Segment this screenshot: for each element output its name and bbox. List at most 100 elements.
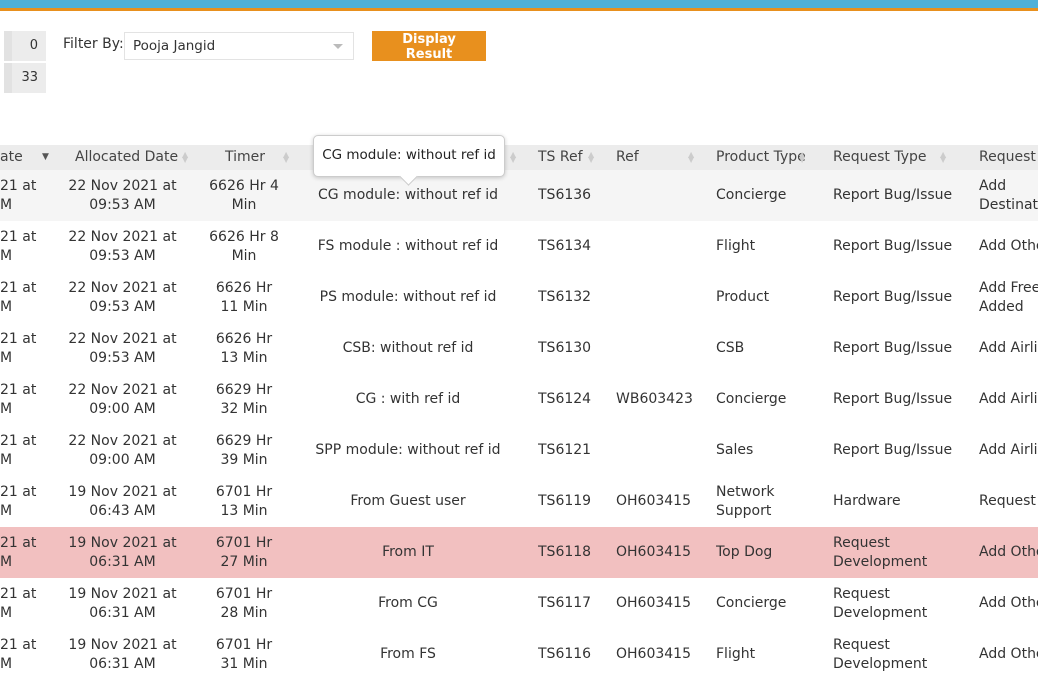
table-row[interactable]: 21 at M 19 Nov 2021 at 06:31 AM 6701 Hr 27… <box>0 527 1038 578</box>
cell-ts-ref: TS6116 <box>538 646 592 662</box>
cell-ts-ref: TS6134 <box>538 238 592 254</box>
cell-ref <box>616 221 706 272</box>
filter-label: Filter By: <box>63 36 124 52</box>
sort-icon[interactable]: ▲ ▼ <box>588 151 594 164</box>
table-row[interactable]: 21 at M 22 Nov 2021 at 09:53 AM 6626 Hr 4 … <box>0 170 1038 221</box>
cell-subject: From Guest user <box>350 493 466 509</box>
cell-request: Add Other <box>979 544 1038 560</box>
sort-desc-icon[interactable]: ▼ <box>42 145 49 170</box>
cell-subject: CG : with ref id <box>355 391 461 407</box>
count-cell: 0 <box>4 31 46 61</box>
cell-ref: OH603415 <box>616 544 691 560</box>
cell-request-type: Request Development <box>833 534 928 570</box>
cell-allocated-date: 22 Nov 2021 at 09:53 AM <box>68 330 177 366</box>
table-row[interactable]: 21 at M 22 Nov 2021 at 09:00 AM 6629 Hr 39… <box>0 425 1038 476</box>
cell-ts-ref: TS6124 <box>538 391 592 407</box>
header-ref[interactable]: Ref <box>616 145 639 170</box>
cell-allocated-date: 19 Nov 2021 at 06:31 AM <box>68 636 177 672</box>
cell-ts-ref: TS6132 <box>538 289 592 305</box>
cell-ts-ref: TS6117 <box>538 595 592 611</box>
cell-ts-ref: TS6121 <box>538 442 592 458</box>
cell-created-date: 21 at M <box>0 279 37 315</box>
cell-created-date: 21 at M <box>0 432 37 468</box>
header-timer[interactable]: Timer <box>225 145 265 170</box>
sort-icon[interactable]: ▲ ▼ <box>688 151 694 164</box>
table-row[interactable]: 21 at M 22 Nov 2021 at 09:53 AM 6626 Hr 11… <box>0 272 1038 323</box>
display-result-button[interactable]: Display Result <box>372 31 486 62</box>
table-row[interactable]: 21 at M 22 Nov 2021 at 09:00 AM 6629 Hr 32… <box>0 374 1038 425</box>
cell-product-type: Concierge <box>716 595 787 611</box>
cell-ts-ref: TS6119 <box>538 493 592 509</box>
cell-created-date: 21 at M <box>0 636 37 672</box>
header-product-type[interactable]: Product Type <box>716 145 806 170</box>
table-row[interactable]: 21 at M 19 Nov 2021 at 06:31 AM 6701 Hr 28… <box>0 578 1038 629</box>
sort-icon[interactable]: ▲ ▼ <box>799 151 805 164</box>
cell-ref <box>616 323 706 374</box>
cell-timer: 6626 Hr 13 Min <box>215 330 273 366</box>
cell-timer: 6626 Hr 11 Min <box>215 279 273 315</box>
sort-icon[interactable]: ▲ ▼ <box>182 151 188 164</box>
table-row[interactable]: 21 at M 22 Nov 2021 at 09:53 AM 6626 Hr 13… <box>0 323 1038 374</box>
cell-product-type: Concierge <box>716 187 787 203</box>
cell-subject: From IT <box>382 544 434 560</box>
cell-ref <box>616 425 706 476</box>
sort-icon[interactable]: ▲ ▼ <box>283 151 289 164</box>
cell-timer: 6701 Hr 27 Min <box>215 534 273 570</box>
cell-product-type: Flight <box>716 238 756 254</box>
cell-request: Request <box>979 493 1036 509</box>
cell-product-type: Sales <box>716 442 754 458</box>
cell-product-type: Top Dog <box>716 544 773 560</box>
cell-request-type: Report Bug/Issue <box>833 238 953 254</box>
tooltip: CG module: without ref id <box>313 135 505 177</box>
table-row[interactable]: 21 at M 22 Nov 2021 at 09:53 AM 6626 Hr 8 … <box>0 221 1038 272</box>
cell-request-type: Report Bug/Issue <box>833 391 953 407</box>
cell-subject: From FS <box>380 646 436 662</box>
cell-request: Add Airline <box>979 442 1038 458</box>
cell-created-date: 21 at M <box>0 483 37 519</box>
cell-request: Add Airline <box>979 340 1038 356</box>
header-allocated-date[interactable]: Allocated Date <box>75 145 178 170</box>
header-request[interactable]: Request <box>979 145 1036 170</box>
cell-created-date: 21 at M <box>0 381 37 417</box>
cell-timer: 6626 Hr 4 Min <box>209 177 279 213</box>
cell-allocated-date: 19 Nov 2021 at 06:43 AM <box>68 483 177 519</box>
cell-created-date: 21 at M <box>0 534 37 570</box>
table-header: ate ▼ Allocated Date ▲ ▼ Timer ▲ ▼ ▲ ▼ TS R… <box>0 145 1038 170</box>
header-request-type[interactable]: Request Type <box>833 145 926 170</box>
cell-ts-ref: TS6130 <box>538 340 592 356</box>
cell-product-type: Flight <box>716 646 756 662</box>
cell-product-type: Network Support <box>716 483 775 519</box>
filter-select[interactable]: Pooja Jangid <box>124 32 354 60</box>
table-row[interactable]: 21 at M 19 Nov 2021 at 06:31 AM 6701 Hr 31… <box>0 629 1038 680</box>
cell-request-type: Request Development <box>833 636 928 672</box>
cell-allocated-date: 22 Nov 2021 at 09:00 AM <box>68 432 177 468</box>
cell-timer: 6701 Hr 13 Min <box>215 483 273 519</box>
cell-request: Add Airline <box>979 391 1038 407</box>
sort-icon[interactable]: ▲ ▼ <box>940 151 946 164</box>
sort-icon[interactable]: ▲ ▼ <box>510 151 516 164</box>
cell-request-type: Report Bug/Issue <box>833 187 953 203</box>
cell-product-type: Concierge <box>716 391 787 407</box>
cell-request: Add Free Added <box>979 279 1038 315</box>
cell-ts-ref: TS6136 <box>538 187 592 203</box>
header-date[interactable]: ate <box>0 145 23 170</box>
cell-created-date: 21 at M <box>0 228 37 264</box>
cell-subject: From CG <box>378 595 438 611</box>
cell-request-type: Report Bug/Issue <box>833 289 953 305</box>
cell-allocated-date: 22 Nov 2021 at 09:53 AM <box>68 177 177 213</box>
cell-ref: WB603423 <box>616 391 693 407</box>
header-ts-ref[interactable]: TS Ref <box>538 145 583 170</box>
cell-request-type: Hardware <box>833 493 901 509</box>
top-bar <box>0 0 1038 11</box>
cell-request: Add Other <box>979 238 1038 254</box>
cell-subject: PS module: without ref id <box>319 289 497 305</box>
cell-timer: 6701 Hr 28 Min <box>215 585 273 621</box>
cell-created-date: 21 at M <box>0 330 37 366</box>
cell-subject: FS module : without ref id <box>317 238 499 254</box>
cell-timer: 6629 Hr 39 Min <box>215 432 273 468</box>
filter-value: Pooja Jangid <box>133 38 216 54</box>
table-row[interactable]: 21 at M 19 Nov 2021 at 06:43 AM 6701 Hr 13… <box>0 476 1038 527</box>
cell-ref: OH603415 <box>616 646 691 662</box>
cell-timer: 6626 Hr 8 Min <box>209 228 279 264</box>
cell-request-type: Report Bug/Issue <box>833 442 953 458</box>
